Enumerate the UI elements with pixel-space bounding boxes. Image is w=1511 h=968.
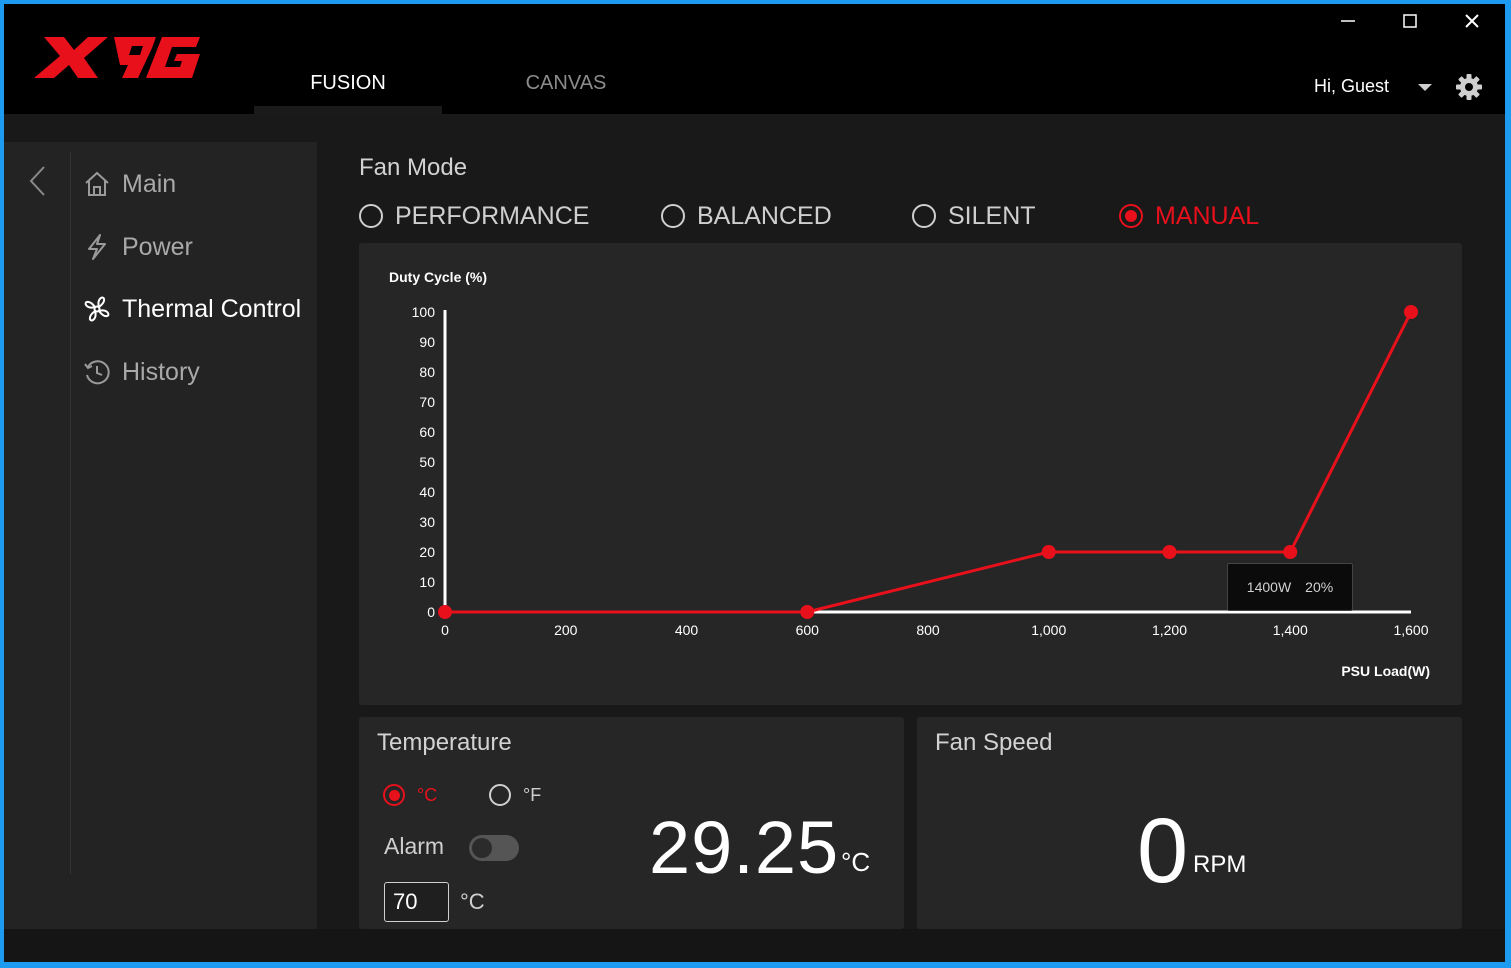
unit-label: °F	[523, 784, 542, 805]
fan-mode-title: Fan Mode	[359, 154, 468, 181]
xpg-logo	[34, 37, 200, 78]
title-bar: FUSION CANVAS Hi, Guest	[4, 4, 1505, 114]
fan-mode-balanced-radio[interactable]: BALANCED	[661, 200, 832, 232]
alarm-toggle[interactable]	[469, 835, 519, 861]
maximize-icon	[1403, 14, 1417, 28]
sidebar-item-label: Thermal Control	[122, 294, 302, 323]
curve-point[interactable]	[1283, 545, 1298, 559]
tooltip-load: 1400W	[1246, 579, 1292, 595]
fan-curve-chart-panel: Duty Cycle (%) 0 10 20 30 40 50 60 70 80 90 100 0 20…	[359, 243, 1462, 705]
chart-tooltip: 1400W 20%	[1227, 563, 1353, 611]
y-tick-label: 70	[419, 394, 435, 410]
y-tick-label: 80	[419, 364, 435, 380]
curve-point[interactable]	[438, 605, 452, 619]
chevron-left-icon[interactable]	[26, 164, 50, 198]
x-tick-label: 1,600	[1393, 622, 1428, 638]
y-tick-label: 10	[419, 574, 435, 590]
x-tick-label: 1,200	[1152, 622, 1187, 638]
temperature-title: Temperature	[377, 729, 512, 756]
fan-speed-value: 0	[1137, 800, 1189, 902]
x-tick-label: 600	[796, 622, 820, 638]
fan-mode-label: MANUAL	[1155, 201, 1260, 230]
fan-mode-label: PERFORMANCE	[395, 201, 590, 230]
temperature-value: 29.25	[649, 806, 840, 889]
x-tick-label: 400	[675, 622, 699, 638]
radio-indicator	[661, 204, 685, 228]
fan-speed-title: Fan Speed	[935, 729, 1053, 756]
x-tick-label: 0	[441, 622, 449, 638]
home-icon	[82, 169, 112, 199]
sidebar-item-thermal-control[interactable]: Thermal Control	[82, 289, 312, 329]
close-icon	[1465, 14, 1479, 28]
alarm-unit: °C	[460, 889, 485, 914]
temperature-panel: Temperature °C °F Alarm °C 29.25 °C	[359, 717, 904, 929]
y-tick-label: 60	[419, 424, 435, 440]
close-button[interactable]	[1454, 6, 1490, 36]
sidebar-item-main[interactable]: Main	[82, 164, 312, 204]
fan-mode-label: BALANCED	[697, 201, 832, 230]
fan-mode-performance-radio[interactable]: PERFORMANCE	[359, 200, 589, 232]
history-icon	[82, 357, 112, 387]
radio-indicator	[383, 784, 405, 806]
x-tick-label: 200	[554, 622, 578, 638]
tab-canvas[interactable]: CANVAS	[472, 68, 660, 110]
curve-point[interactable]	[1162, 545, 1177, 559]
fan-mode-manual-radio[interactable]: MANUAL	[1119, 200, 1259, 232]
minimize-button[interactable]	[1330, 6, 1366, 36]
bottom-strip	[4, 929, 1505, 962]
x-tick-label: 800	[916, 622, 940, 638]
y-tick-label: 0	[427, 604, 435, 620]
y-tick-label: 90	[419, 334, 435, 350]
chevron-down-icon[interactable]	[1416, 80, 1434, 94]
fan-icon	[82, 294, 112, 324]
gear-icon[interactable]	[1454, 72, 1484, 102]
alarm-threshold-input[interactable]	[384, 882, 449, 922]
fan-curve-chart[interactable]: 0 10 20 30 40 50 60 70 80 90 100 0 200 400 600 800 1,000…	[359, 243, 1462, 705]
y-tick-label: 20	[419, 544, 435, 560]
radio-indicator	[1119, 204, 1143, 228]
fan-mode-label: SILENT	[948, 201, 1036, 230]
alarm-label: Alarm	[384, 833, 445, 859]
x-tick-label: 1,000	[1031, 622, 1066, 638]
unit-fahrenheit-radio[interactable]: °F	[489, 783, 541, 807]
minimize-icon	[1341, 20, 1355, 22]
temperature-unit: °C	[841, 847, 871, 877]
fan-mode-silent-radio[interactable]: SILENT	[912, 200, 1036, 232]
maximize-button[interactable]	[1392, 6, 1428, 36]
radio-indicator	[359, 204, 383, 228]
fan-speed-unit: RPM	[1193, 851, 1247, 878]
tooltip-duty: 20%	[1305, 579, 1334, 595]
unit-celsius-radio[interactable]: °C	[383, 783, 437, 807]
x-axis-title: PSU Load(W)	[1341, 663, 1430, 679]
sidebar-divider	[70, 152, 71, 874]
toggle-knob	[472, 838, 492, 858]
lightning-icon	[82, 232, 112, 262]
sidebar-item-label: History	[122, 357, 200, 386]
sidebar-item-label: Main	[122, 169, 177, 198]
sidebar-item-power[interactable]: Power	[82, 227, 312, 267]
fan-speed-panel: Fan Speed 0 RPM	[917, 717, 1462, 929]
unit-label: °C	[417, 784, 438, 805]
y-tick-label: 100	[412, 304, 436, 320]
y-tick-label: 30	[419, 514, 435, 530]
radio-indicator	[912, 204, 936, 228]
user-greeting: Hi, Guest	[1314, 76, 1390, 96]
radio-indicator	[489, 784, 511, 806]
sidebar-item-history[interactable]: History	[82, 352, 312, 392]
x-tick-label: 1,400	[1273, 622, 1308, 638]
sidebar: Main Power Thermal Control History	[4, 142, 317, 929]
curve-point[interactable]	[1041, 545, 1056, 559]
y-tick-label: 40	[419, 484, 435, 500]
curve-point[interactable]	[800, 605, 815, 619]
y-tick-label: 50	[419, 454, 435, 470]
app-window: FUSION CANVAS Hi, Guest Main Power Therm…	[4, 4, 1505, 962]
sidebar-item-label: Power	[122, 232, 193, 261]
tab-fusion[interactable]: FUSION	[254, 68, 442, 114]
curve-point[interactable]	[1404, 305, 1418, 319]
